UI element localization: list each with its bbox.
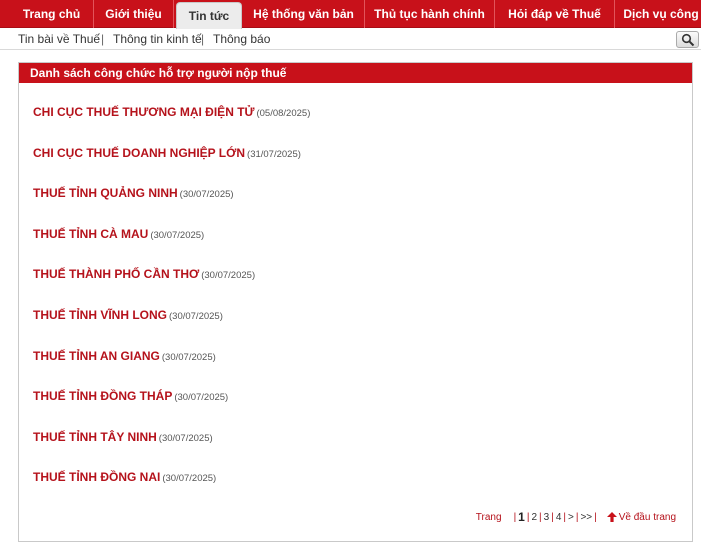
list-item-link[interactable]: THUẾ TỈNH AN GIANG bbox=[33, 349, 160, 363]
tab-hoi-dap-ve-thue[interactable]: Hỏi đáp về Thuế bbox=[495, 0, 615, 28]
tab-trang-chu[interactable]: Trang chủ bbox=[10, 0, 94, 28]
arrow-up-icon bbox=[606, 512, 617, 522]
pagination-separator: | bbox=[551, 511, 554, 523]
list-item-link[interactable]: THUẾ TỈNH VĨNH LONG bbox=[33, 308, 167, 322]
list-item-date: (31/07/2025) bbox=[247, 149, 301, 160]
pagination-separator: | bbox=[594, 511, 597, 523]
list-item-date: (30/07/2025) bbox=[179, 189, 234, 200]
list-item: THUẾ TỈNH ĐỒNG NAI (30/07/2025) bbox=[33, 470, 216, 484]
list-item: THUẾ TỈNH AN GIANG (30/07/2025) bbox=[33, 349, 216, 363]
tab-he-thong-van-ban[interactable]: Hệ thống văn bản bbox=[243, 0, 365, 28]
list-item-link[interactable]: THUẾ TỈNH CÀ MAU bbox=[33, 227, 148, 241]
pagination-separator: | bbox=[526, 511, 530, 523]
search-icon bbox=[681, 33, 695, 47]
subnav-tin-bai-ve-thue[interactable]: Tin bài về Thuế bbox=[18, 32, 100, 46]
page-1-link[interactable]: 1 bbox=[518, 510, 525, 524]
main-nav: Trang chủ Giới thiệu Tin tức Hệ thống vă… bbox=[0, 0, 701, 29]
list-item-link[interactable]: THUẾ TỈNH TÂY NINH bbox=[33, 430, 157, 444]
list-item: THUẾ TỈNH CÀ MAU (30/07/2025) bbox=[33, 227, 204, 241]
page-2-link[interactable]: 2 bbox=[531, 512, 537, 523]
list-item-link[interactable]: CHI CỤC THUẾ THƯƠNG MẠI ĐIỆN TỬ bbox=[33, 105, 254, 119]
pagination-separator: | bbox=[513, 511, 517, 523]
sub-nav: Tin bài về Thuế | Thông tin kinh tế | Th… bbox=[0, 29, 701, 50]
pagination-label: Trang bbox=[475, 511, 502, 523]
list-item-date: (30/07/2025) bbox=[174, 392, 229, 403]
list-item-link[interactable]: THUẾ TỈNH ĐỒNG NAI bbox=[33, 470, 160, 484]
subnav-thong-tin-kinh-te[interactable]: Thông tin kinh tế bbox=[113, 32, 202, 46]
tab-dich-vu-cong[interactable]: Dịch vụ công bbox=[615, 0, 701, 28]
back-to-top-link[interactable]: Về đầu trang bbox=[606, 511, 676, 523]
tab-tin-tuc[interactable]: Tin tức bbox=[176, 2, 242, 29]
list-item: THUẾ TỈNH TÂY NINH (30/07/2025) bbox=[33, 430, 213, 444]
list-item: CHI CỤC THUẾ DOANH NGHIỆP LỚN (31/07/2025… bbox=[33, 146, 301, 160]
back-to-top-label: Về đầu trang bbox=[618, 511, 676, 523]
list-item: THUẾ TỈNH ĐỒNG THÁP (30/07/2025) bbox=[33, 389, 228, 403]
pagination: Trang | 1 | 2 | 3 | 4 | > | >> | Về đầu … bbox=[476, 510, 676, 524]
list-item-link[interactable]: THUẾ THÀNH PHỐ CẦN THƠ bbox=[33, 267, 199, 281]
search-button[interactable] bbox=[676, 31, 699, 48]
list-item-link[interactable]: THUẾ TỈNH ĐỒNG THÁP bbox=[33, 389, 172, 403]
list-item: THUẾ THÀNH PHỐ CẦN THƠ (30/07/2025) bbox=[33, 267, 255, 281]
list-item-date: (30/07/2025) bbox=[169, 311, 223, 322]
list-item: THUẾ TỈNH VĨNH LONG (30/07/2025) bbox=[33, 308, 223, 322]
panel-title: Danh sách công chức hỗ trợ người nộp thu… bbox=[19, 63, 692, 83]
list-item-date: (30/07/2025) bbox=[150, 230, 205, 241]
list-item-date: (05/08/2025) bbox=[256, 108, 311, 119]
pagination-separator: | bbox=[563, 511, 566, 523]
subnav-separator: | bbox=[101, 32, 105, 46]
pagination-separator: | bbox=[539, 511, 542, 523]
support-officers-panel: Danh sách công chức hỗ trợ người nộp thu… bbox=[18, 62, 693, 542]
list-item-date: (30/07/2025) bbox=[158, 433, 213, 444]
last-page-link[interactable]: >> bbox=[580, 512, 592, 523]
subnav-separator: | bbox=[201, 32, 205, 46]
subnav-thong-bao[interactable]: Thông báo bbox=[213, 32, 270, 46]
pagination-separator: | bbox=[575, 511, 579, 523]
list-item-date: (30/07/2025) bbox=[162, 473, 217, 484]
list-item: THUẾ TỈNH QUẢNG NINH (30/07/2025) bbox=[33, 186, 234, 200]
page-3-link[interactable]: 3 bbox=[544, 512, 550, 523]
list-item-date: (30/07/2025) bbox=[201, 270, 256, 281]
list-item-link[interactable]: THUẾ TỈNH QUẢNG NINH bbox=[33, 186, 178, 200]
tab-thu-tuc-hanh-chinh[interactable]: Thủ tục hành chính bbox=[365, 0, 495, 28]
tab-gioi-thieu[interactable]: Giới thiệu bbox=[94, 0, 174, 28]
list-item-link[interactable]: CHI CỤC THUẾ DOANH NGHIỆP LỚN bbox=[33, 146, 245, 160]
next-page-link[interactable]: > bbox=[568, 512, 574, 523]
list-item: CHI CỤC THUẾ THƯƠNG MẠI ĐIỆN TỬ (05/08/20… bbox=[33, 105, 310, 119]
list-item-date: (30/07/2025) bbox=[161, 352, 216, 363]
page-4-link[interactable]: 4 bbox=[556, 512, 562, 523]
